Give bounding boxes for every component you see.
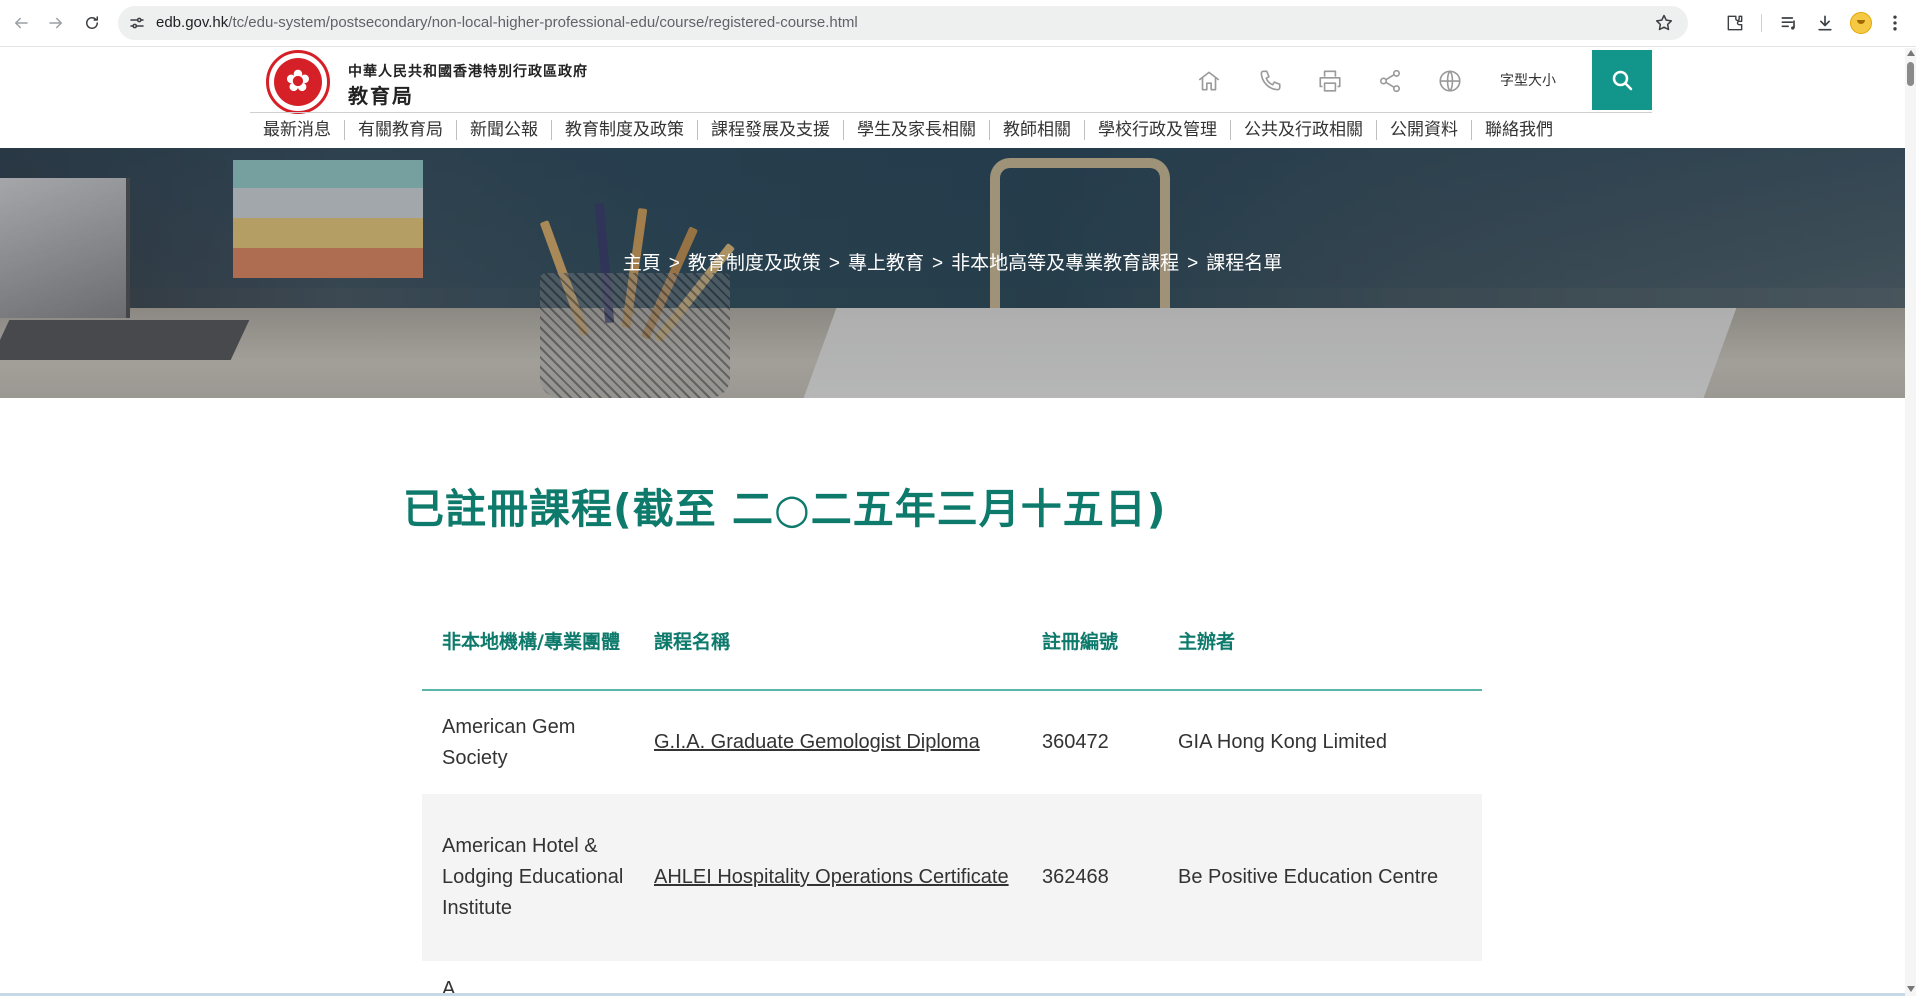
cell-institution: American Gem Society (442, 715, 576, 769)
extensions-icon[interactable] (1724, 12, 1746, 34)
nav-item-about[interactable]: 有關教育局 (345, 120, 457, 140)
url-path: /tc/edu-system/postsecondary/non-local-h… (228, 14, 858, 31)
course-link[interactable]: G.I.A. Graduate Gemologist Diploma (654, 731, 980, 753)
nav-item-open-data[interactable]: 公開資料 (1377, 120, 1472, 140)
nav-item-teachers[interactable]: 教師相關 (990, 120, 1085, 140)
browser-toolbar: edb.gov.hk/tc/edu-system/postsecondary/n… (0, 0, 1916, 47)
breadcrumb-edu-system[interactable]: 教育制度及政策 (688, 248, 821, 275)
nav-item-edu-system[interactable]: 教育制度及政策 (552, 120, 698, 140)
cell-reg-no: 362468 (1042, 866, 1109, 888)
hero-banner: 主頁 > 教育制度及政策 > 專上教育 > 非本地高等及專業教育課程 > 課程名單 (0, 148, 1905, 398)
url-domain: edb.gov.hk (156, 14, 229, 31)
font-size-button[interactable]: 字型大小 (1500, 70, 1556, 90)
bureau-name[interactable]: 教育局 (348, 80, 414, 109)
cell-reg-no: 360472 (1042, 731, 1109, 753)
table-row: American Gem Society G.I.A. Graduate Gem… (422, 691, 1482, 794)
nav-item-school-admin[interactable]: 學校行政及管理 (1085, 120, 1231, 140)
breadcrumb-postsecondary[interactable]: 專上教育 (848, 248, 924, 275)
scrollbar-thumb[interactable] (1907, 62, 1914, 86)
toolbar-divider (1761, 14, 1762, 32)
table-row-partial: A (442, 978, 456, 994)
home-icon[interactable] (1195, 67, 1223, 95)
search-button[interactable] (1592, 50, 1652, 110)
header-operator: 主辦者 (1178, 630, 1236, 653)
header-course: 課程名稱 (654, 630, 731, 653)
nav-item-public-admin[interactable]: 公共及行政相關 (1231, 120, 1377, 140)
site-info-icon[interactable] (128, 14, 146, 32)
breadcrumb-non-local[interactable]: 非本地高等及專業教育課程 (951, 248, 1179, 275)
nav-item-curriculum[interactable]: 課程發展及支援 (698, 120, 844, 140)
main-nav: 最新消息 有關教育局 新聞公報 教育制度及政策 課程發展及支援 學生及家長相關 … (250, 116, 1652, 144)
reload-icon[interactable] (80, 11, 104, 35)
cell-operator: Be Positive Education Centre (1178, 866, 1439, 888)
nav-item-students-parents[interactable]: 學生及家長相關 (844, 120, 990, 140)
breadcrumb-course-list: 課程名單 (1206, 253, 1283, 274)
bookmark-star-icon[interactable] (1654, 13, 1674, 33)
bauhinia-flower-icon: ✿ (274, 58, 322, 106)
gov-name: 中華人民共和國香港特別行政區政府 (348, 63, 588, 79)
header-institution: 非本地機構/專業團體 (442, 630, 620, 653)
breadcrumb: 主頁 > 教育制度及政策 > 專上教育 > 非本地高等及專業教育課程 > 課程名單 (0, 248, 1905, 275)
share-icon[interactable] (1376, 67, 1404, 95)
address-bar[interactable]: edb.gov.hk/tc/edu-system/postsecondary/n… (118, 6, 1688, 40)
nav-item-contact[interactable]: 聯絡我們 (1472, 120, 1566, 140)
menu-icon[interactable] (1884, 12, 1906, 34)
nav-item-news[interactable]: 最新消息 (250, 120, 345, 140)
breadcrumb-separator: > (1187, 253, 1199, 274)
site-header: ✿ 中華人民共和國香港特別行政區政府 教育局 字型大小 最新消息 有關教育局 新… (0, 48, 1905, 148)
breadcrumb-separator: > (828, 253, 840, 274)
cell-course: G.I.A. Graduate Gemologist Diploma (634, 727, 1022, 758)
globe-icon[interactable] (1436, 67, 1464, 95)
breadcrumb-separator: > (668, 253, 680, 274)
phone-icon[interactable] (1256, 67, 1284, 95)
header-divider (250, 112, 1652, 113)
page-title: 已註冊課程(截至 二○二五年三月十五日) (403, 485, 1167, 533)
profile-avatar-icon[interactable] (1850, 12, 1872, 34)
cell-course: AHLEI Hospitality Operations Certificate (634, 862, 1022, 893)
bauhinia-emblem-icon[interactable]: ✿ (266, 50, 330, 114)
course-table: 非本地機構/專業團體 課程名稱 註冊編號 主辦者 American Gem So… (422, 595, 1482, 961)
course-link[interactable]: AHLEI Hospitality Operations Certificate (654, 866, 1009, 888)
print-icon[interactable] (1316, 67, 1344, 95)
vertical-scrollbar[interactable] (1905, 48, 1916, 996)
breadcrumb-separator: > (932, 253, 944, 274)
search-icon (1612, 70, 1633, 91)
url-text[interactable]: edb.gov.hk/tc/edu-system/postsecondary/n… (156, 14, 858, 31)
breadcrumb-home[interactable]: 主頁 (623, 248, 661, 275)
media-icon[interactable] (1778, 12, 1800, 34)
cell-institution: American Hotel & Lodging Educational Ins… (442, 835, 624, 919)
nav-item-press[interactable]: 新聞公報 (457, 120, 552, 140)
download-icon[interactable] (1814, 12, 1836, 34)
back-icon[interactable] (9, 11, 33, 35)
table-header: 非本地機構/專業團體 課程名稱 註冊編號 主辦者 (422, 595, 1482, 691)
scroll-down-icon[interactable] (1907, 986, 1915, 992)
forward-icon[interactable] (44, 11, 68, 35)
header-reg-no: 註冊編號 (1042, 630, 1119, 653)
scroll-up-icon[interactable] (1907, 50, 1915, 56)
cell-operator: GIA Hong Kong Limited (1178, 731, 1388, 753)
table-row: American Hotel & Lodging Educational Ins… (422, 794, 1482, 961)
